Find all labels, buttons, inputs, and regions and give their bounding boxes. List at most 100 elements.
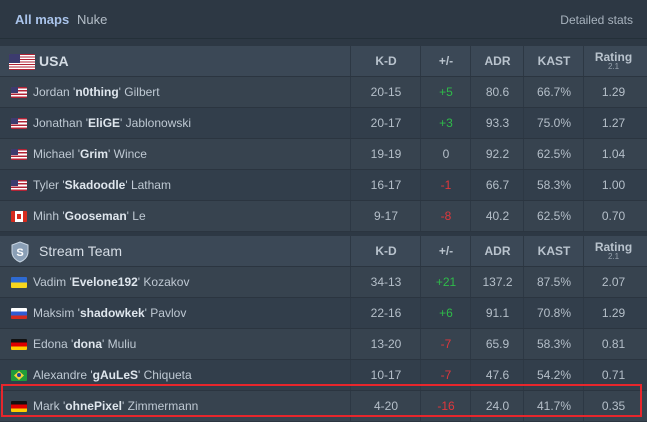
kd-value: 13-20 xyxy=(350,329,421,359)
player-row[interactable]: Minh 'Gooseman' Le 9-17 -8 40.2 62.5% 0.70 xyxy=(0,201,647,232)
player-row[interactable]: Vadim 'Evelone192' Kozakov 34-13 +21 137.2 8… xyxy=(0,267,647,298)
rating-value: 1.00 xyxy=(583,170,643,200)
kast-value: 54.2% xyxy=(523,360,584,390)
kast-value: 75.0% xyxy=(523,108,584,138)
tab-nuke[interactable]: Nuke xyxy=(77,12,107,27)
col-header-rating[interactable]: Rating 2.1 xyxy=(583,46,643,76)
kd-value: 9-17 xyxy=(350,201,421,231)
player-last-name: Gilbert xyxy=(124,85,160,99)
player-name-link[interactable]: Maksim 'shadowkek' Pavlov xyxy=(33,306,186,320)
player-nickname: Gooseman xyxy=(64,209,127,223)
plusminus-value: -7 xyxy=(420,360,471,390)
team-table-stream-team: S Stream Team K-D +/- ADR KAST Rating 2.… xyxy=(0,236,647,422)
player-name-link[interactable]: Jordan 'n0thing' Gilbert xyxy=(33,85,160,99)
player-row[interactable]: Edona 'dona' Muliu 13-20 -7 65.9 58.3% 0.81 xyxy=(0,329,647,360)
player-last-name: Zimmermann xyxy=(127,399,199,413)
rating-value: 1.27 xyxy=(583,108,643,138)
player-nickname: Evelone192 xyxy=(71,275,138,289)
adr-value: 80.6 xyxy=(470,77,524,107)
player-name-link[interactable]: Jonathan 'EliGE' Jablonowski xyxy=(33,116,191,130)
kast-value: 70.8% xyxy=(523,298,584,328)
ua-flag-icon xyxy=(11,277,27,288)
col-header-kast[interactable]: KAST xyxy=(523,46,584,76)
us-flag-icon xyxy=(11,180,27,191)
plusminus-value: -7 xyxy=(420,329,471,359)
adr-value: 93.3 xyxy=(470,108,524,138)
player-nickname: shadowkek xyxy=(79,306,145,320)
player-last-name: Kozakov xyxy=(143,275,190,289)
player-row[interactable]: Mark 'ohnePixel' Zimmermann 4-20 -16 24.0 41… xyxy=(0,391,647,422)
team-table-usa: USA K-D +/- ADR KAST Rating 2.1 Jordan '… xyxy=(0,46,647,232)
kast-value: 62.5% xyxy=(523,139,584,169)
team-name[interactable]: Stream Team xyxy=(39,243,122,259)
plusminus-value: 0 xyxy=(420,139,471,169)
player-name-link[interactable]: Michael 'Grim' Wince xyxy=(33,147,147,161)
adr-value: 137.2 xyxy=(470,267,524,297)
player-nickname: dona xyxy=(73,337,102,351)
col-header-adr[interactable]: ADR xyxy=(470,46,524,76)
plusminus-value: +6 xyxy=(420,298,471,328)
player-first-name: Maksim xyxy=(33,306,75,320)
player-row[interactable]: Tyler 'Skadoodle' Latham 16-17 -1 66.7 58.3%… xyxy=(0,170,647,201)
player-row[interactable]: Michael 'Grim' Wince 19-19 0 92.2 62.5% 1.04 xyxy=(0,139,647,170)
player-nickname: Skadoodle xyxy=(64,178,126,192)
detailed-stats-link[interactable]: Detailed stats xyxy=(560,13,633,27)
col-header-plusminus[interactable]: +/- xyxy=(420,236,471,266)
adr-value: 91.1 xyxy=(470,298,524,328)
kd-value: 20-15 xyxy=(350,77,421,107)
rating-version: 2.1 xyxy=(607,62,620,71)
player-row[interactable]: Jordan 'n0thing' Gilbert 20-15 +5 80.6 66.7%… xyxy=(0,77,647,108)
col-header-adr[interactable]: ADR xyxy=(470,236,524,266)
rating-value: 0.70 xyxy=(583,201,643,231)
adr-value: 24.0 xyxy=(470,391,524,421)
player-name-link[interactable]: Alexandre 'gAuLeS' Chiqueta xyxy=(33,368,192,382)
plusminus-value: -8 xyxy=(420,201,471,231)
player-first-name: Jonathan xyxy=(33,116,83,130)
player-row[interactable]: Maksim 'shadowkek' Pavlov 22-16 +6 91.1 70.8… xyxy=(0,298,647,329)
rating-value: 0.35 xyxy=(583,391,643,421)
us-flag-icon xyxy=(11,149,27,160)
adr-value: 40.2 xyxy=(470,201,524,231)
shield-icon: S xyxy=(11,241,29,263)
tab-all-maps[interactable]: All maps xyxy=(15,12,69,27)
player-last-name: Latham xyxy=(130,178,171,192)
col-header-plusminus[interactable]: +/- xyxy=(420,46,471,76)
rating-version: 2.1 xyxy=(607,252,620,261)
team-name[interactable]: USA xyxy=(39,53,69,69)
player-name-link[interactable]: Edona 'dona' Muliu xyxy=(33,337,136,351)
kast-value: 58.3% xyxy=(523,329,584,359)
svg-text:S: S xyxy=(16,247,23,259)
player-nickname: n0thing xyxy=(75,85,119,99)
kast-value: 87.5% xyxy=(523,267,584,297)
player-last-name: Wince xyxy=(113,147,147,161)
player-row[interactable]: Alexandre 'gAuLeS' Chiqueta 10-17 -7 47.6 54… xyxy=(0,360,647,391)
kd-value: 19-19 xyxy=(350,139,421,169)
player-nickname: Grim xyxy=(79,147,108,161)
player-name-link[interactable]: Vadim 'Evelone192' Kozakov xyxy=(33,275,189,289)
player-name-link[interactable]: Mark 'ohnePixel' Zimmermann xyxy=(33,399,198,413)
rating-value: 2.07 xyxy=(583,267,643,297)
adr-value: 47.6 xyxy=(470,360,524,390)
player-row[interactable]: Jonathan 'EliGE' Jablonowski 20-17 +3 93.3 7… xyxy=(0,108,647,139)
col-header-kast[interactable]: KAST xyxy=(523,236,584,266)
player-last-name: Pavlov xyxy=(150,306,187,320)
kd-value: 22-16 xyxy=(350,298,421,328)
us-flag-icon xyxy=(11,118,27,129)
ca-flag-icon xyxy=(11,211,27,222)
col-header-rating[interactable]: Rating 2.1 xyxy=(583,236,643,266)
player-name-link[interactable]: Tyler 'Skadoodle' Latham xyxy=(33,178,171,192)
adr-value: 92.2 xyxy=(470,139,524,169)
kd-value: 20-17 xyxy=(350,108,421,138)
player-name-link[interactable]: Minh 'Gooseman' Le xyxy=(33,209,146,223)
rating-value: 1.29 xyxy=(583,298,643,328)
col-header-kd[interactable]: K-D xyxy=(350,236,421,266)
plusminus-value: -1 xyxy=(420,170,471,200)
player-nickname: gAuLeS xyxy=(92,368,139,382)
player-nickname: ohnePixel xyxy=(65,399,122,413)
kd-value: 16-17 xyxy=(350,170,421,200)
col-header-kd[interactable]: K-D xyxy=(350,46,421,76)
kd-value: 4-20 xyxy=(350,391,421,421)
plusminus-value: -16 xyxy=(420,391,471,421)
br-flag-icon xyxy=(11,370,27,381)
player-nickname: EliGE xyxy=(88,116,121,130)
